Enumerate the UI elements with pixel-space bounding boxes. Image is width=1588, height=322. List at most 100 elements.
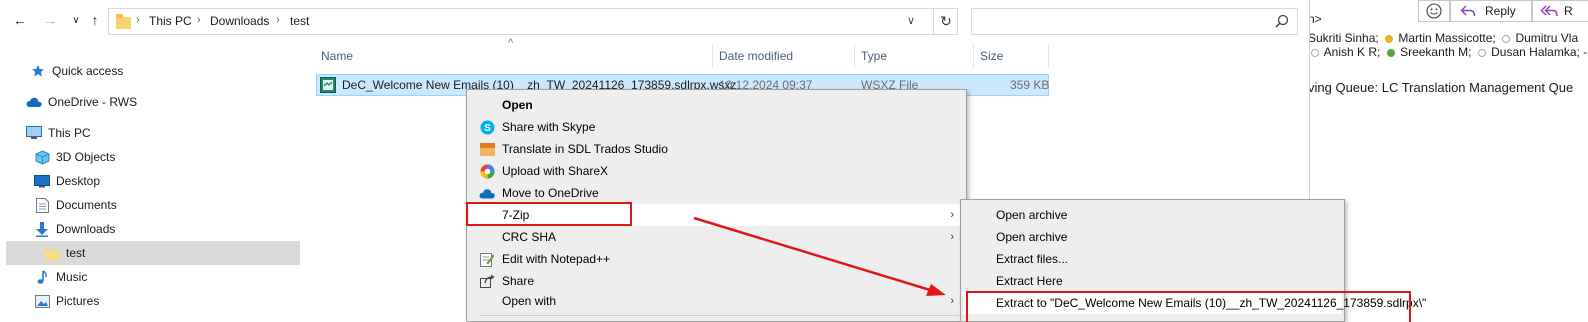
recipient[interactable]: Dumitru Vla — [1515, 31, 1578, 45]
menu-item-share[interactable]: Share — [469, 270, 964, 292]
menu-item-open[interactable]: Open — [469, 94, 964, 116]
nav-item-this-pc[interactable]: This PC — [6, 121, 300, 145]
nav-label: This PC — [48, 126, 91, 140]
breadcrumb-separator: › — [197, 14, 201, 26]
sharex-icon — [479, 163, 495, 179]
recipient[interactable]: Martin Massicotte; — [1398, 31, 1495, 45]
menu-item-label: Extract files... — [996, 252, 1069, 266]
menu-item-edit-notepadpp[interactable]: Edit with Notepad++ — [469, 248, 964, 270]
column-divider[interactable] — [712, 44, 713, 68]
navigation-pane: Quick access OneDrive - RWS This PC 3D O… — [0, 40, 305, 322]
nav-item-quick-access[interactable]: Quick access — [6, 59, 300, 83]
star-icon — [30, 63, 46, 79]
recipients-line: Anish K R; Sreekanth M; Dusan Halamka; - — [1310, 45, 1587, 59]
nav-item-onedrive[interactable]: OneDrive - RWS — [6, 90, 300, 114]
breadcrumb-separator: › — [136, 14, 140, 26]
onedrive-icon — [479, 185, 495, 201]
nav-item-3d-objects[interactable]: 3D Objects — [6, 145, 300, 169]
menu-item-crc-sha[interactable]: CRC SHA › — [469, 226, 964, 248]
back-button[interactable]: ← — [10, 8, 30, 32]
menu-item-upload-sharex[interactable]: Upload with ShareX — [469, 160, 964, 182]
nav-label: Documents — [56, 198, 117, 212]
notepadpp-icon — [479, 251, 495, 267]
submenu-item-open-archive[interactable]: Open archive — [963, 204, 1342, 226]
column-header-size[interactable]: Size — [980, 46, 1003, 66]
document-icon — [34, 197, 50, 213]
refresh-icon: ↻ — [940, 13, 952, 29]
nav-label: Downloads — [56, 222, 116, 236]
recipient[interactable]: Sukriti Sinha; — [1310, 31, 1379, 45]
recent-locations-button[interactable]: ∨ — [66, 8, 86, 32]
email-body-fragment: ving Queue: LC Translation Management Qu… — [1310, 80, 1574, 95]
skype-icon: S — [479, 119, 495, 135]
submenu-arrow-icon: › — [950, 295, 954, 307]
menu-item-label: Share with Skype — [502, 120, 596, 134]
refresh-button[interactable]: ↻ — [933, 9, 958, 34]
menu-item-move-to-onedrive[interactable]: Move to OneDrive — [469, 182, 964, 204]
search-icon — [1275, 14, 1289, 28]
forward-arrow-icon: → — [43, 12, 57, 28]
recipient[interactable]: Sreekanth M; — [1400, 45, 1471, 59]
status-away-icon — [1385, 34, 1394, 43]
address-bar[interactable]: › This PC › Downloads › test ∨ ↻ — [108, 8, 958, 35]
wsxz-file-icon — [320, 77, 336, 93]
nav-label: Pictures — [56, 294, 100, 308]
address-history-dropdown[interactable]: ∨ — [907, 14, 915, 27]
folder-icon — [44, 245, 60, 261]
annotation-highlight-extract-to — [966, 291, 1411, 322]
up-arrow-icon: ↑ — [91, 12, 99, 28]
menu-item-label: Move to OneDrive — [502, 186, 599, 200]
submenu-item-open-archive-2[interactable]: Open archive — [963, 226, 1342, 248]
reply-all-label: R — [1564, 4, 1573, 18]
desktop-icon — [34, 173, 50, 189]
nav-item-pictures[interactable]: Pictures — [6, 289, 300, 313]
submenu-item-extract-files[interactable]: Extract files... — [963, 248, 1342, 270]
nav-item-downloads[interactable]: Downloads — [6, 217, 300, 241]
column-divider[interactable] — [973, 44, 974, 68]
up-button[interactable]: ↑ — [85, 8, 105, 32]
folder-icon — [116, 14, 131, 29]
pictures-icon — [34, 293, 50, 309]
status-offline-icon — [1477, 48, 1486, 57]
submenu-arrow-icon: › — [950, 231, 954, 243]
search-input[interactable] — [971, 8, 1298, 35]
cube-icon — [34, 149, 50, 165]
outlook-reading-pane: Reply R n> Sukriti Sinha; Martin Massico… — [1310, 0, 1588, 322]
music-icon — [34, 269, 50, 285]
download-icon — [34, 221, 50, 237]
forward-button[interactable]: → — [40, 8, 60, 32]
smiley-icon — [1426, 3, 1442, 19]
column-divider[interactable] — [854, 44, 855, 68]
trados-icon — [479, 141, 495, 157]
nav-item-music[interactable]: Music — [6, 265, 300, 289]
nav-label: Quick access — [52, 64, 124, 78]
nav-item-documents[interactable]: Documents — [6, 193, 300, 217]
menu-item-label: Open archive — [996, 208, 1068, 222]
column-header-date-modified[interactable]: Date modified — [719, 46, 793, 66]
reply-all-button[interactable]: R — [1532, 0, 1588, 22]
reply-button[interactable]: Reply — [1450, 0, 1532, 22]
column-divider[interactable] — [1048, 44, 1049, 68]
recipient[interactable]: Dusan Halamka; - — [1491, 45, 1587, 59]
column-header-type[interactable]: Type — [861, 46, 887, 66]
breadcrumb-separator: › — [276, 14, 280, 26]
recipient[interactable]: Anish K R; — [1324, 45, 1381, 59]
submenu-arrow-icon: › — [950, 209, 954, 221]
menu-item-share-with-skype[interactable]: S Share with Skype — [469, 116, 964, 138]
breadcrumb-this-pc[interactable]: This PC — [149, 14, 192, 28]
share-icon — [479, 273, 495, 289]
menu-separator — [479, 315, 959, 316]
menu-item-open-with[interactable]: Open with › — [469, 290, 964, 312]
emoji-reaction-button[interactable] — [1418, 0, 1450, 22]
menu-item-label: Extract Here — [996, 274, 1063, 288]
submenu-item-extract-here[interactable]: Extract Here — [963, 270, 1342, 292]
nav-item-desktop[interactable]: Desktop — [6, 169, 300, 193]
breadcrumb-downloads[interactable]: Downloads — [210, 14, 269, 28]
breadcrumb-test[interactable]: test — [290, 14, 309, 28]
menu-item-label: Translate in SDL Trados Studio — [502, 142, 668, 156]
computer-icon — [26, 125, 42, 141]
menu-item-label: Share — [502, 274, 535, 288]
column-header-name[interactable]: Name — [321, 46, 353, 66]
nav-item-test[interactable]: test — [6, 241, 300, 265]
menu-item-translate-trados[interactable]: Translate in SDL Trados Studio — [469, 138, 964, 160]
